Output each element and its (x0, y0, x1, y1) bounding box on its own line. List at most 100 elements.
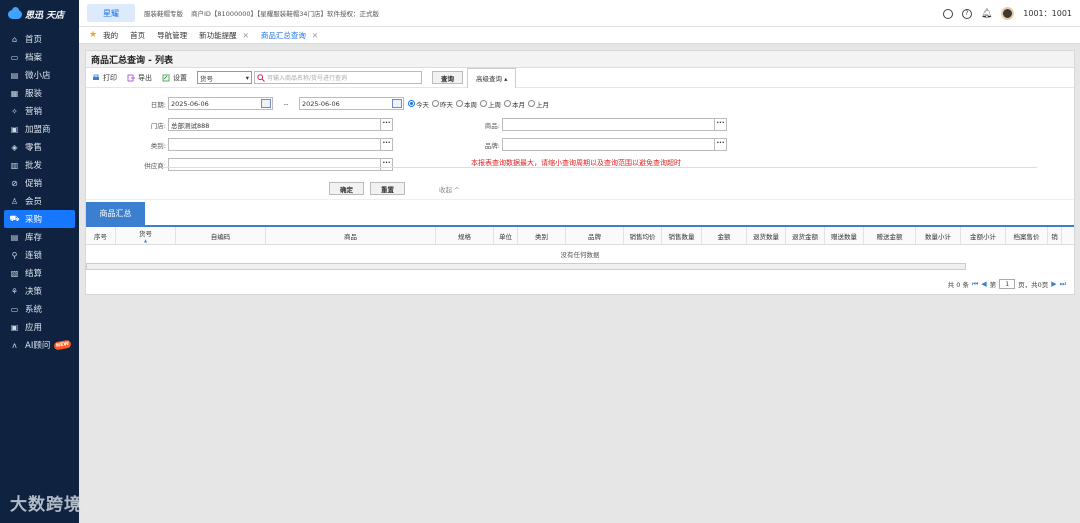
store-picker-button[interactable]: ··· (380, 119, 392, 130)
brand-picker-button[interactable]: ··· (714, 139, 726, 150)
help-icon[interactable]: ? (961, 8, 972, 19)
field-select[interactable]: 货号 ▾ (197, 71, 252, 84)
column-header[interactable]: 退货数量 (747, 227, 786, 244)
column-header[interactable]: 商品 (266, 227, 436, 244)
close-icon[interactable]: ✕ (243, 31, 249, 40)
bell-icon[interactable]: 🔔︎ (981, 9, 992, 19)
column-header[interactable]: 序号 (86, 227, 116, 244)
prev-page-icon[interactable]: ◀ (981, 280, 986, 288)
column-header-label: 销售数量 (668, 232, 695, 241)
collapse-link[interactable]: 收起 ^ (439, 184, 460, 194)
user-id[interactable]: 1001：1001 (1023, 8, 1072, 19)
calendar-icon[interactable] (261, 99, 271, 108)
sidebar-item-7[interactable]: ▥ 批发 (4, 156, 75, 174)
sidebar-item-14[interactable]: ⚘ 决策 (4, 282, 75, 300)
page-title: 商品汇总查询 - 列表 (86, 51, 1074, 68)
sidebar-item-13[interactable]: ▧ 结算 (4, 264, 75, 282)
settings-button[interactable]: 设置 (162, 73, 187, 83)
column-header[interactable]: 品牌 (566, 227, 624, 244)
sidebar-item-5[interactable]: ▣ 加盟商 (4, 120, 75, 138)
close-icon[interactable]: ✕ (312, 31, 318, 40)
column-header[interactable]: 类别 (518, 227, 566, 244)
column-header[interactable]: 退货金额 (786, 227, 825, 244)
divider (162, 167, 1037, 168)
date-range-radio[interactable]: 本周 (456, 99, 477, 109)
next-page-icon[interactable]: ▶ (1051, 280, 1056, 288)
sidebar-item-label: 会员 (25, 197, 43, 207)
advanced-query-tab[interactable]: 高级查询 ▴ (467, 67, 517, 88)
reset-button[interactable]: 重置 (370, 182, 405, 195)
column-header[interactable]: 数量小计 (916, 227, 961, 244)
sidebar-item-10[interactable]: ⛟ 采购 (4, 210, 75, 228)
sidebar-item-6[interactable]: ◈ 零售 (4, 138, 75, 156)
sidebar-item-11[interactable]: ▤ 库存 (4, 228, 75, 246)
column-header[interactable]: 档案售价 (1006, 227, 1048, 244)
radio-label: 本周 (464, 100, 477, 109)
category-field[interactable]: ··· (168, 138, 393, 151)
supplier-field[interactable]: ··· (168, 158, 393, 171)
last-page-icon[interactable]: ⏭ (1060, 280, 1066, 289)
tab-4[interactable]: 商品汇总查询 ✕ (261, 30, 318, 41)
tab-2[interactable]: 导航管理 (157, 30, 187, 41)
tab-1[interactable]: 首页 (130, 30, 145, 41)
avatar[interactable] (1001, 7, 1015, 20)
store-field[interactable]: 总部测试888 ··· (168, 118, 393, 131)
calendar-icon[interactable] (392, 99, 402, 108)
sidebar-item-1[interactable]: ▭ 档案 (4, 48, 75, 66)
column-header[interactable]: 金额 (702, 227, 747, 244)
date-range-radio[interactable]: 上月 (528, 99, 549, 109)
column-header[interactable]: 金额小计 (961, 227, 1006, 244)
date-to-field[interactable]: 2025-06-06 (299, 97, 404, 110)
print-button[interactable]: 打印 (92, 73, 117, 83)
tab-0[interactable]: ★ 我的 (89, 30, 118, 41)
column-header[interactable]: 销售均价 (624, 227, 662, 244)
column-header[interactable]: 赠送数量 (825, 227, 864, 244)
date-range-radio[interactable]: 昨天 (432, 99, 453, 109)
sidebar-item-0[interactable]: ⌂ 首页 (4, 30, 75, 48)
goods-field[interactable]: ··· (502, 118, 727, 131)
sidebar-item-9[interactable]: ♙ 会员 (4, 192, 75, 210)
date-from-field[interactable]: 2025-06-06 (168, 97, 273, 110)
column-header[interactable]: 赠送金额 (864, 227, 916, 244)
date-row: 日期: 2025-06-06 -- 2025-06-06 今天 昨天 本周 上周 本月 上… (118, 97, 552, 110)
sidebar-item-16[interactable]: ▣ 应用 (4, 318, 75, 336)
date-range-radio[interactable]: 本月 (504, 99, 525, 109)
column-header[interactable]: 单位 (494, 227, 518, 244)
date-range-radio[interactable]: 上周 (480, 99, 501, 109)
column-header[interactable]: 销售数量 (662, 227, 702, 244)
tab-3[interactable]: 新功能提醒 ✕ (199, 30, 249, 41)
date-range-radio[interactable]: 今天 (408, 99, 429, 109)
column-header[interactable]: 销 (1048, 227, 1062, 244)
sidebar-item-15[interactable]: ▭ 系统 (4, 300, 75, 318)
sidebar-item-12[interactable]: ⚲ 连锁 (4, 246, 75, 264)
brand-tab[interactable]: 星耀 (87, 4, 135, 22)
sidebar-item-2[interactable]: ▤ 微小店 (4, 66, 75, 84)
column-header[interactable]: 货号 ▲ (116, 227, 176, 244)
search-icon[interactable] (942, 8, 953, 19)
search-input[interactable]: 可输入商品名称/货号进行查询 (254, 71, 422, 84)
export-button[interactable]: 导出 (127, 73, 152, 83)
column-header[interactable]: 规格 (436, 227, 494, 244)
confirm-button[interactable]: 确定 (329, 182, 364, 195)
date-from-value: 2025-06-06 (171, 99, 209, 108)
first-page-icon[interactable]: ⏮ (972, 280, 978, 289)
supplier-picker-button[interactable]: ··· (380, 159, 392, 170)
edition-label: 服装鞋帽专版 (144, 10, 183, 18)
brand-field[interactable]: ··· (502, 138, 727, 151)
page-number-input[interactable]: 1 (999, 279, 1016, 289)
tab-product-summary[interactable]: 商品汇总 (86, 202, 145, 225)
sidebar-item-8[interactable]: ⊘ 促销 (4, 174, 75, 192)
sidebar-item-3[interactable]: ▦ 服装 (4, 84, 75, 102)
sidebar-item-17[interactable]: ᴧ AI顾问 NEW (4, 336, 75, 354)
query-button[interactable]: 查询 (432, 71, 463, 84)
sidebar-item-4[interactable]: ✧ 营销 (4, 102, 75, 120)
column-header[interactable]: 自编码 (176, 227, 266, 244)
column-header-label: 序号 (94, 232, 107, 241)
sort-asc-icon[interactable]: ▲ (144, 238, 147, 243)
apps-icon: ▣ (10, 322, 19, 332)
column-header-label: 赠送金额 (876, 232, 903, 241)
app-logo[interactable]: 思迅 天店 (0, 0, 79, 28)
goods-picker-button[interactable]: ··· (714, 119, 726, 130)
category-picker-button[interactable]: ··· (380, 139, 392, 150)
horizontal-scrollbar[interactable] (86, 263, 966, 270)
